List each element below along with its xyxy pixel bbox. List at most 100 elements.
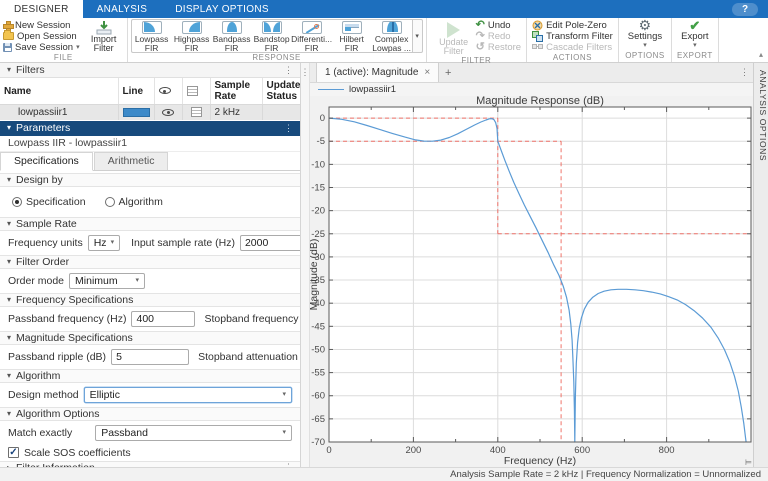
chevron-down-icon: ▾ (693, 42, 697, 49)
magnitude-response-figure[interactable]: 0 200 400 600 800 0 -5 -10 -15 -20 -25 -30 -35 -40 -45… (310, 96, 753, 467)
close-icon[interactable]: × (424, 67, 430, 78)
passband-frequency-field[interactable] (131, 310, 196, 327)
response-item-label: Hilbert FIR (339, 34, 364, 53)
differentiator-filter-icon (301, 21, 322, 34)
filter-order-header[interactable]: ▾ Filter Order (0, 254, 300, 269)
transform-filter-button[interactable]: Transform Filter (532, 30, 613, 42)
line-color-swatch[interactable] (122, 107, 150, 117)
parameters-panel-header[interactable]: ▾ Parameters ⋮ (0, 120, 300, 136)
svg-text:-25: -25 (311, 229, 325, 240)
redo-icon: ↷ (475, 30, 485, 42)
radio-specification[interactable]: Specification (12, 196, 86, 208)
frequency-specs-header[interactable]: ▾ Frequency Specifications (0, 292, 300, 307)
response-hilbert-button[interactable]: Hilbert FIR (332, 20, 372, 52)
scale-sos-checkbox[interactable] (8, 447, 19, 458)
scale-sos-row: Scale SOS coefficients (0, 443, 300, 461)
y-axis-label: Magnitude (dB) (310, 239, 320, 311)
response-lowpass-button[interactable]: Lowpass FIR (132, 20, 172, 52)
tab-arithmetic[interactable]: Arithmetic (93, 151, 169, 170)
highpass-filter-icon (181, 21, 202, 34)
design-method-dropdown[interactable]: Elliptic ▾ (83, 386, 292, 403)
redo-button[interactable]: ↷ Redo (475, 30, 521, 42)
new-session-icon (3, 20, 14, 32)
frequency-specs-body: Passband frequency (Hz) Stopband frequen… (0, 307, 300, 329)
import-filter-icon (96, 21, 112, 35)
response-complex-button[interactable]: Complex Lowpas ... (372, 20, 412, 52)
export-button[interactable]: ✔ Export ▾ (675, 19, 714, 49)
settings-button[interactable]: ⚙ Settings ▾ (622, 18, 668, 49)
new-tab-button[interactable]: + (439, 63, 457, 82)
collapse-ribbon-icon[interactable]: ▴ (759, 50, 763, 59)
filter-row-lowpassiir1[interactable]: lowpassiir1 2 kHz (0, 104, 300, 120)
frequency-units-dropdown[interactable]: Hz ▾ (87, 234, 121, 251)
collapse-handle-icon[interactable]: ⊨ (745, 458, 752, 467)
import-filter-button[interactable]: Import Filter (84, 19, 124, 53)
magnitude-specs-header[interactable]: ▾ Magnitude Specifications (0, 330, 300, 345)
svg-text:-20: -20 (311, 206, 325, 217)
magnitude-doc-tab[interactable]: 1 (active): Magnitude × (316, 63, 440, 82)
hilbert-filter-icon (341, 21, 362, 34)
input-sample-rate-field[interactable] (239, 234, 300, 251)
response-highpass-button[interactable]: Highpass FIR (172, 20, 212, 52)
panel-menu-icon[interactable]: ⋮ (284, 65, 293, 76)
analysis-options-strip[interactable]: ANALYSIS OPTIONS (753, 63, 768, 467)
panel-splitter[interactable]: ⋮ (301, 63, 310, 467)
chevron-down-icon: ▾ (643, 42, 647, 49)
svg-text:-10: -10 (311, 159, 325, 170)
filters-table: Name Line Sample Rate Update Status lowp… (0, 78, 300, 120)
order-mode-dropdown[interactable]: Minimum ▾ (69, 272, 146, 289)
undo-button[interactable]: ↶ Undo (476, 20, 521, 31)
splitter-dots-icon: ⋮ (300, 67, 310, 77)
filters-panel-header[interactable]: ▾ Filters ⋮ (0, 63, 300, 78)
design-by-body: Specification Algorithm (0, 187, 300, 215)
help-button[interactable]: ? (732, 2, 758, 16)
tab-specifications[interactable]: Specifications (0, 151, 93, 171)
tab-designer[interactable]: DESIGNER (0, 0, 83, 18)
update-filter-button[interactable]: Update Filter (434, 19, 474, 56)
filters-table-header: Name Line Sample Rate Update Status (0, 78, 300, 105)
radio-algorithm[interactable]: Algorithm (104, 196, 163, 208)
response-item-label: Lowpass FIR (134, 34, 169, 53)
new-session-button[interactable]: New Session (3, 20, 80, 32)
response-bandstop-button[interactable]: Bandstop FIR (252, 20, 292, 52)
passband-ripple-field[interactable] (111, 348, 190, 365)
left-panel: ▾ Filters ⋮ Name Line Sample Rate Update… (0, 63, 301, 467)
plot-legend: lowpassiir1 (310, 83, 753, 96)
open-session-button[interactable]: Open Session (3, 30, 80, 42)
cascade-filters-button[interactable]: Cascade Filters (532, 42, 613, 53)
tabbar-menu-icon[interactable]: ⋮ (740, 67, 749, 78)
info-grid-icon[interactable] (190, 107, 202, 118)
panel-menu-icon[interactable]: ⋮ (284, 123, 293, 134)
restore-button[interactable]: ↺ Restore (476, 42, 521, 53)
design-by-header[interactable]: ▾ Design by (0, 172, 300, 187)
tab-display-options[interactable]: DISPLAY OPTIONS (161, 0, 283, 18)
ribbon-filler: ▴ (719, 18, 768, 62)
visibility-toggle-icon[interactable] (162, 108, 174, 116)
ribbon-section-options: ⚙ Settings ▾ OPTIONS (619, 18, 673, 62)
sample-rate-header[interactable]: ▾ Sample Rate (0, 216, 300, 231)
plot-panel: 1 (active): Magnitude × + ⋮ lowpassiir1 … (310, 63, 753, 467)
status-text: Analysis Sample Rate = 2 kHz | Frequency… (450, 469, 761, 480)
svg-text:0: 0 (320, 113, 325, 124)
collapse-triangle-icon: ▾ (7, 65, 12, 74)
chevron-down-icon: ▾ (282, 429, 286, 436)
match-exactly-dropdown[interactable]: Passband ▾ (95, 424, 292, 441)
save-session-button[interactable]: Save Session ▾ (3, 42, 80, 53)
transform-filter-icon (532, 30, 544, 42)
response-bandpass-button[interactable]: Bandpass FIR (212, 20, 252, 52)
algorithm-header[interactable]: ▾ Algorithm (0, 368, 300, 383)
bandpass-filter-icon (221, 21, 242, 34)
response-differentiator-button[interactable]: Differenti... FIR (291, 20, 332, 52)
gallery-expand-button[interactable]: ▾ (411, 19, 423, 53)
svg-text:-15: -15 (311, 183, 325, 194)
magnitude-response-chart: 0 200 400 600 8000-5-10-15-20-25-30-35-40-45… (310, 96, 752, 467)
ribbon: New Session Open Session Save Session ▾ (0, 18, 768, 65)
tab-analysis[interactable]: ANALYSIS (83, 0, 162, 18)
response-item-label: Highpass FIR (173, 34, 210, 53)
algorithm-options-header[interactable]: ▾ Algorithm Options (0, 406, 300, 421)
edit-pole-zero-button[interactable]: Edit Pole-Zero (532, 20, 613, 31)
magnitude-specs-body: Passband ripple (dB) Stopband attenuatio… (0, 345, 300, 367)
parameters-tabs: Specifications Arithmetic (0, 151, 300, 171)
ribbon-section-actions: Edit Pole-Zero Transform Filter Cascade … (527, 18, 619, 62)
x-axis-label: Frequency (Hz) (504, 455, 576, 467)
